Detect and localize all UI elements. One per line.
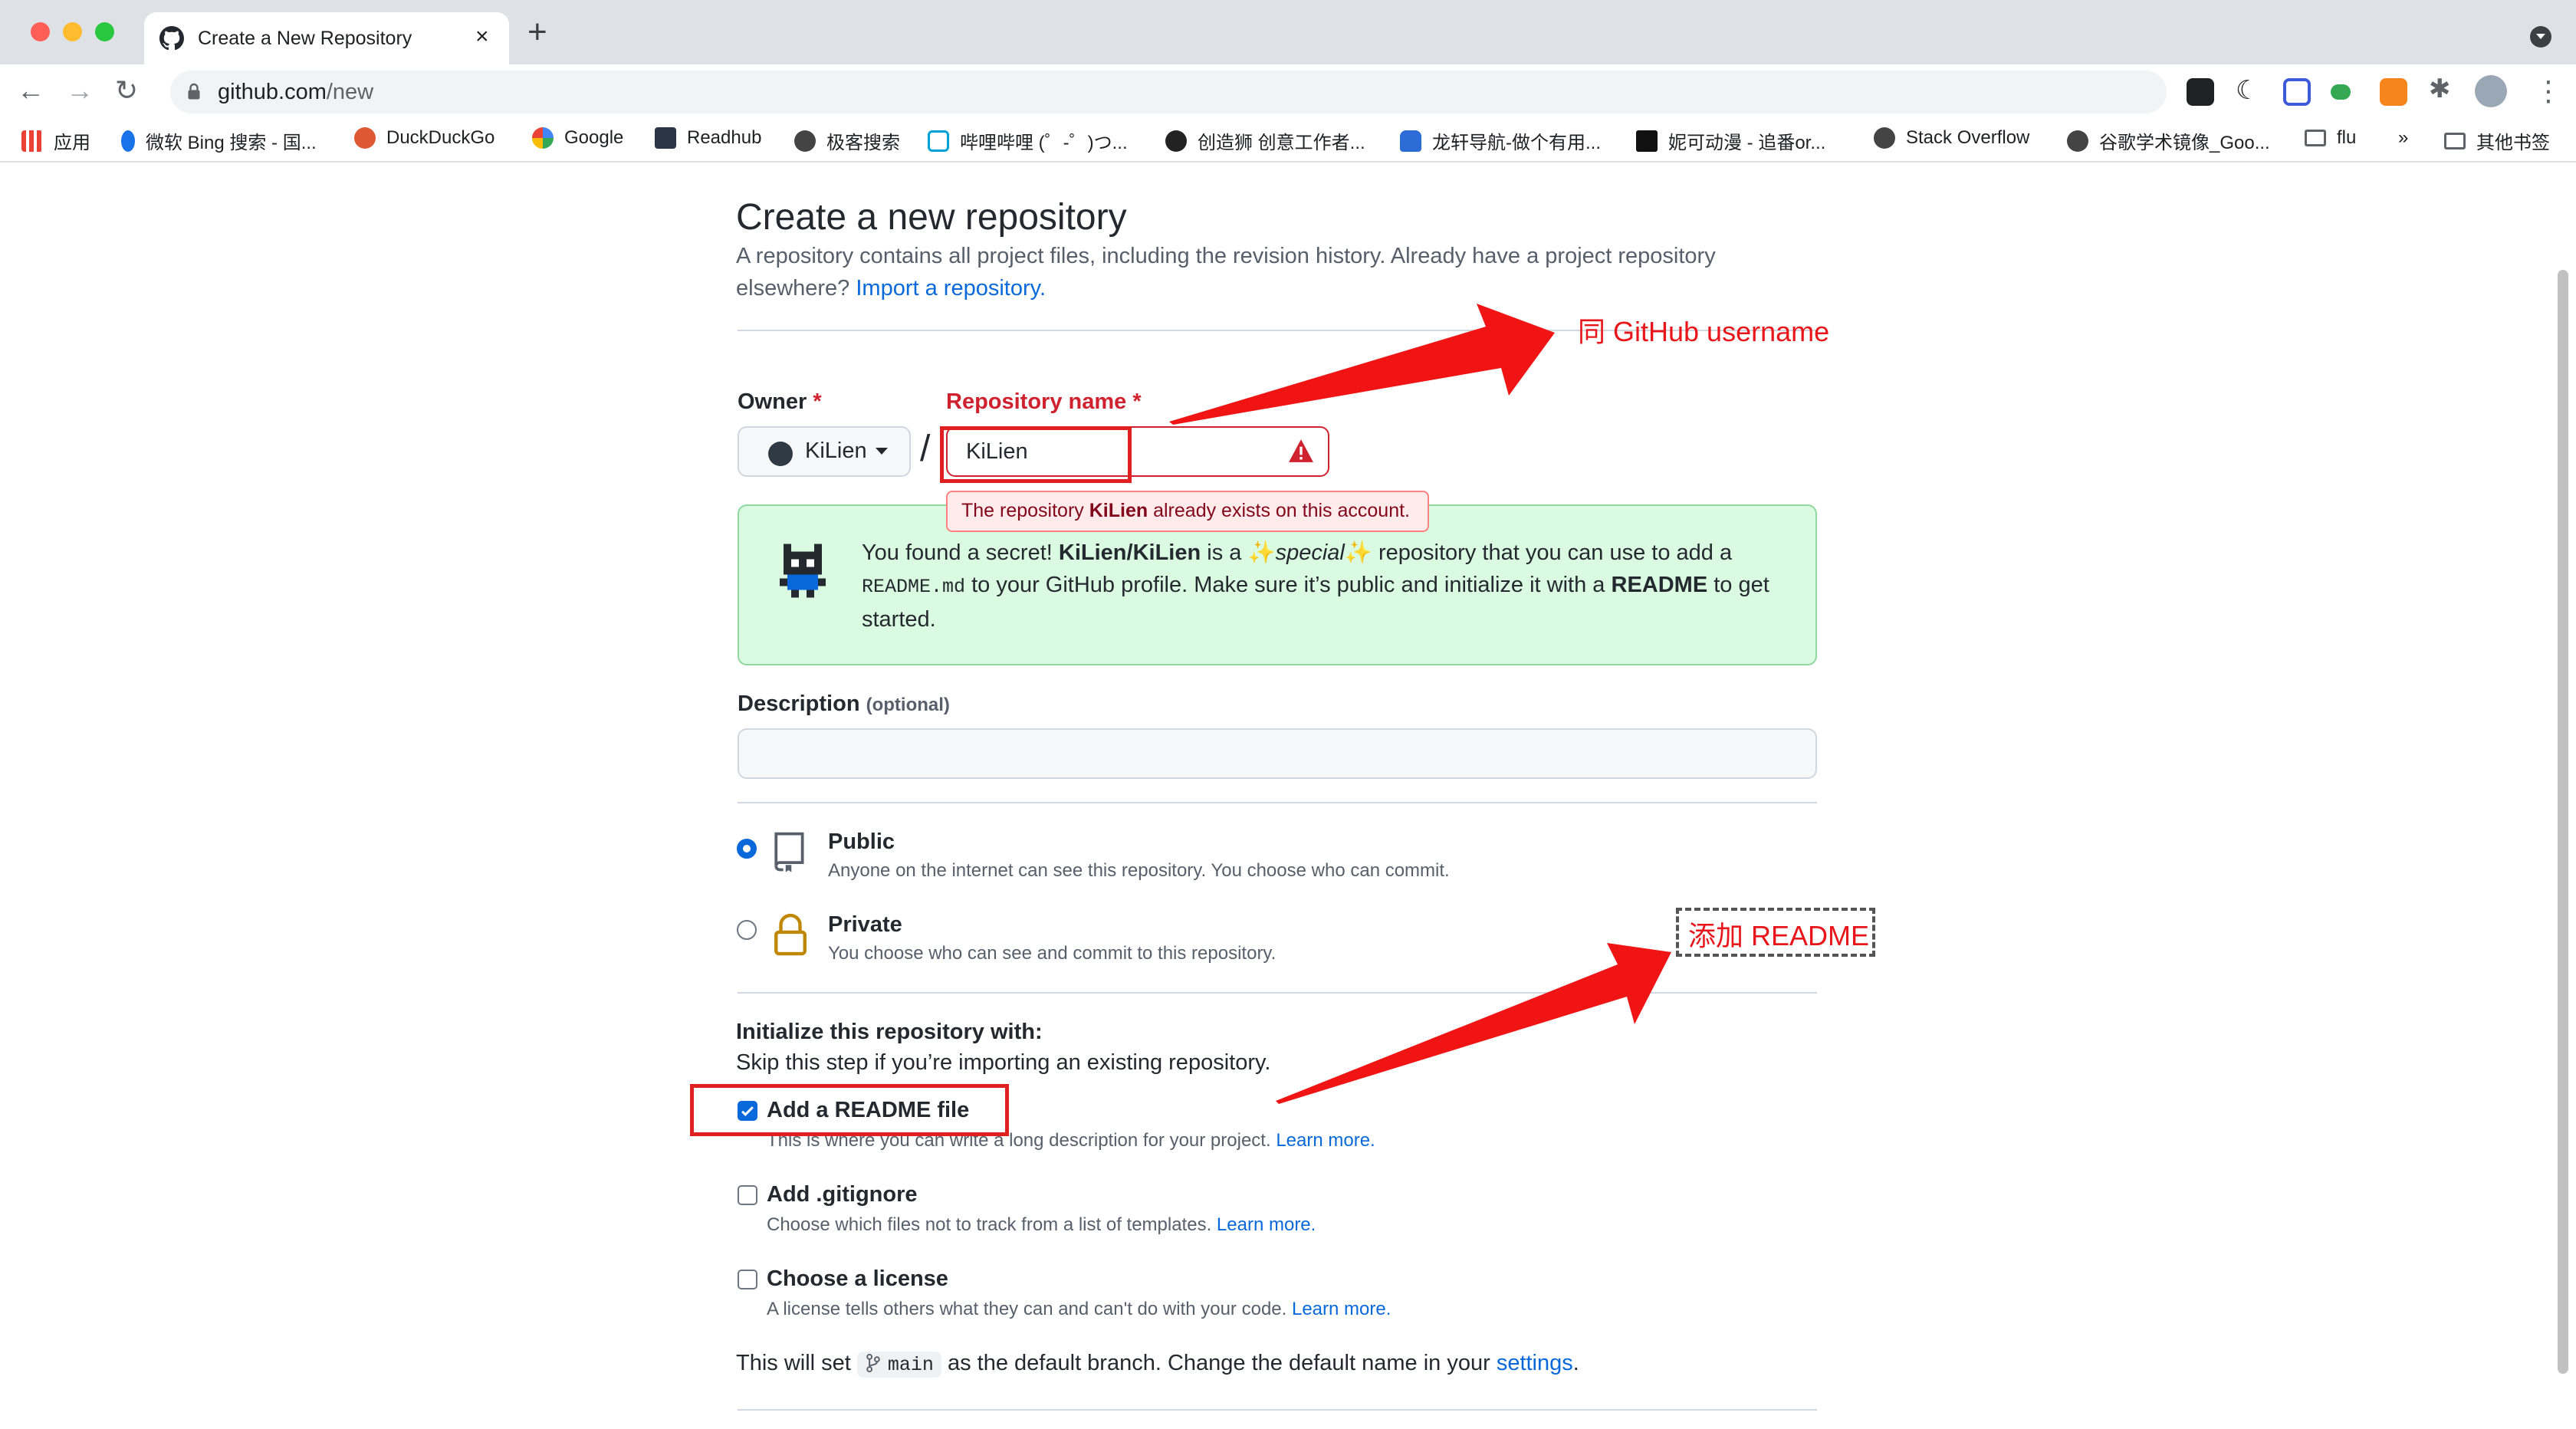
globe-icon <box>1874 127 1895 149</box>
bookmark-folder-flu[interactable]: flu <box>2305 127 2356 149</box>
profile-avatar[interactable] <box>2475 75 2507 107</box>
bookmark-duckduckgo[interactable]: DuckDuckGo <box>354 127 495 149</box>
bookmark-label: 龙轩导航-做个有用... <box>1432 133 1601 153</box>
readhub-icon <box>655 127 676 149</box>
address-bar[interactable]: github.com/new ☆ <box>170 71 2312 113</box>
new-tab-button[interactable]: + <box>527 15 547 49</box>
bookmark-label: Google <box>564 127 624 148</box>
bookmarks-overflow-button[interactable]: » <box>2398 127 2408 149</box>
bookmark-label: 妮可动漫 - 追番or... <box>1668 133 1826 153</box>
bookmark-other-folder[interactable]: 其他书签 <box>2444 127 2550 154</box>
bookmark-label: 谷歌学术镜像_Goo... <box>2099 133 2270 153</box>
bookmark-nicotv[interactable]: 妮可动漫 - 追番or... <box>1636 127 1825 154</box>
google-icon <box>532 127 554 149</box>
bookmark-scholar-mirror[interactable]: 谷歌学术镜像_Goo... <box>2067 127 2270 154</box>
bookmark-label: 极客搜索 <box>826 133 900 153</box>
url-host: github.com <box>218 80 327 104</box>
reload-icon[interactable]: ↻ <box>115 75 138 106</box>
forward-arrow-icon[interactable]: → <box>66 75 94 106</box>
browser-toolbar: ← → ↻ github.com/new ☆ ☾ ✱ ⋮ <box>0 64 2576 120</box>
bookmark-geek-search[interactable]: 极客搜索 <box>794 127 900 154</box>
bookmark-readhub[interactable]: Readhub <box>655 127 761 149</box>
url-text: github.com/new <box>218 80 373 105</box>
bookmark-apps[interactable]: 应用 <box>21 127 90 154</box>
bookmark-bing[interactable]: 微软 Bing 搜索 - 国... <box>121 127 317 154</box>
globe-icon <box>2067 130 2088 152</box>
bookmark-label: 创造狮 创意工作者... <box>1198 133 1365 153</box>
lock-icon <box>188 83 200 100</box>
tab-create-repository[interactable]: Create a New Repository × <box>144 12 509 64</box>
browser-tab-bar: Create a New Repository × + <box>0 0 2576 64</box>
bookmark-label: flu <box>2337 127 2357 148</box>
overflow-chevron-icon: » <box>2398 127 2409 148</box>
close-window-button[interactable] <box>31 22 50 41</box>
chuangzaoshi-icon <box>1165 130 1187 152</box>
bookmark-bilibili[interactable]: 哔哩哔哩 (゜-゜)つ... <box>928 127 1128 154</box>
minimize-window-button[interactable] <box>63 22 82 41</box>
bookmark-label: 应用 <box>54 133 90 153</box>
arrow-to-readme-note <box>1276 943 1671 1104</box>
puzzle-icon[interactable]: ✱ <box>2429 74 2456 103</box>
bookmark-label: Readhub <box>687 127 762 148</box>
more-menu-icon[interactable]: ⋮ <box>2535 75 2562 107</box>
bilibili-icon <box>928 130 949 152</box>
github-icon <box>159 26 184 51</box>
zoom-window-button[interactable] <box>95 22 114 41</box>
bookmark-stackoverflow[interactable]: Stack Overflow <box>1874 127 2029 149</box>
extension-icon[interactable] <box>2283 78 2311 106</box>
folder-icon <box>2444 132 2466 149</box>
bookmark-label: 微软 Bing 搜索 - 国... <box>146 133 317 153</box>
bookmark-label: 其他书签 <box>2476 133 2550 153</box>
bookmark-label: 哔哩哔哩 (゜-゜)つ... <box>960 133 1128 153</box>
metamask-icon[interactable] <box>2380 78 2407 106</box>
folder-icon <box>2305 130 2326 146</box>
bookmark-google[interactable]: Google <box>532 127 623 149</box>
url-path: /new <box>326 80 374 104</box>
bookmark-longxuan[interactable]: 龙轩导航-做个有用... <box>1400 127 1601 154</box>
bookmark-label: DuckDuckGo <box>386 127 495 148</box>
dark-mode-icon[interactable]: ☾ <box>2236 75 2263 105</box>
back-arrow-icon[interactable]: ← <box>17 75 44 106</box>
annotation-arrows <box>1169 304 1671 1104</box>
globe-icon <box>794 130 816 152</box>
notion-icon <box>1636 130 1658 152</box>
bookmarks-bar: 应用 微软 Bing 搜索 - 国... DuckDuckGo Google R… <box>0 120 2576 163</box>
extension-icon[interactable] <box>2331 84 2351 100</box>
tab-title: Create a New Repository <box>198 28 412 49</box>
apps-grid-icon <box>21 130 43 152</box>
page-content: Create a new repository A repository con… <box>0 163 2576 1429</box>
tab-search-icon[interactable] <box>2530 26 2551 48</box>
bookmark-label: Stack Overflow <box>1906 127 2030 148</box>
close-tab-icon[interactable]: × <box>475 23 489 51</box>
bing-icon <box>121 130 135 152</box>
longxuan-icon <box>1400 130 1421 152</box>
extension-icon[interactable] <box>2187 78 2214 106</box>
duckduckgo-icon <box>354 127 376 149</box>
arrow-to-username-note <box>1169 304 1555 425</box>
bookmark-chuangzaoshi[interactable]: 创造狮 创意工作者... <box>1165 127 1365 154</box>
